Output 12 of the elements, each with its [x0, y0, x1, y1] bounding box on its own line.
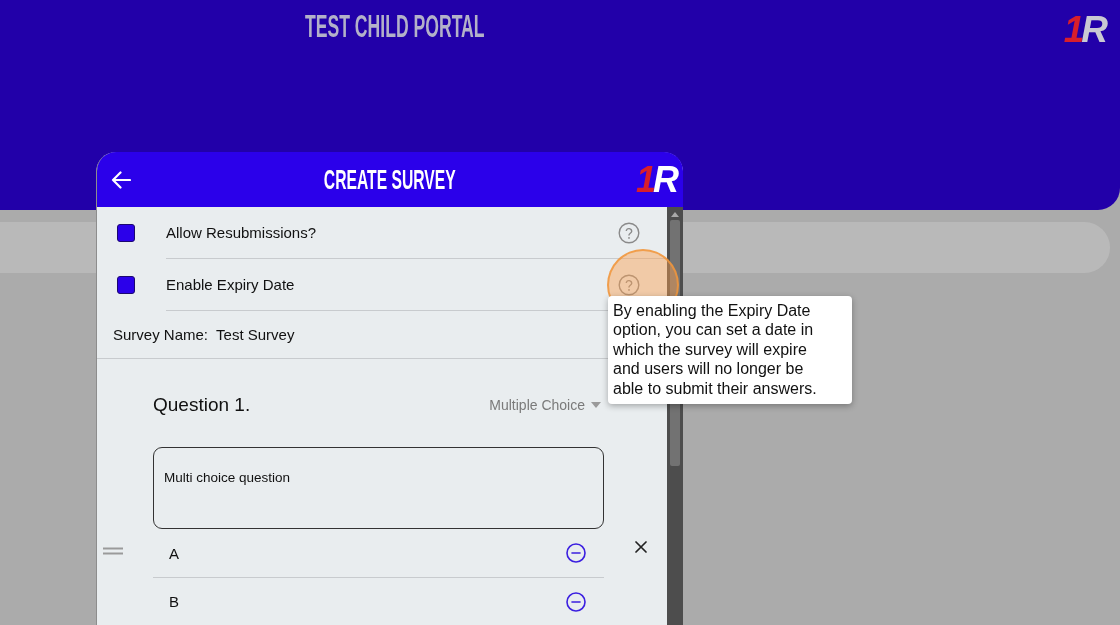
question-title: Question 1. [153, 394, 251, 416]
dialog-title: CREATE SURVEY [324, 164, 456, 195]
survey-name-label: Survey Name: [113, 326, 209, 343]
survey-name-value: Test Survey [216, 326, 295, 343]
brand-logo: 1R [635, 161, 678, 198]
brand-logo: 1R [1063, 11, 1107, 48]
setting-label: Allow Resubmissions? [166, 224, 317, 241]
setting-label: Enable Expiry Date [166, 276, 295, 293]
help-tooltip: By enabling the Expiry Date option, you can set a date in which the survey will expire and users will no longer be able to submit their answers. [608, 295, 852, 404]
portal-title: TEST CHILD PORTAL [305, 8, 485, 44]
option-label: B [169, 593, 179, 610]
option-label: A [169, 544, 179, 562]
